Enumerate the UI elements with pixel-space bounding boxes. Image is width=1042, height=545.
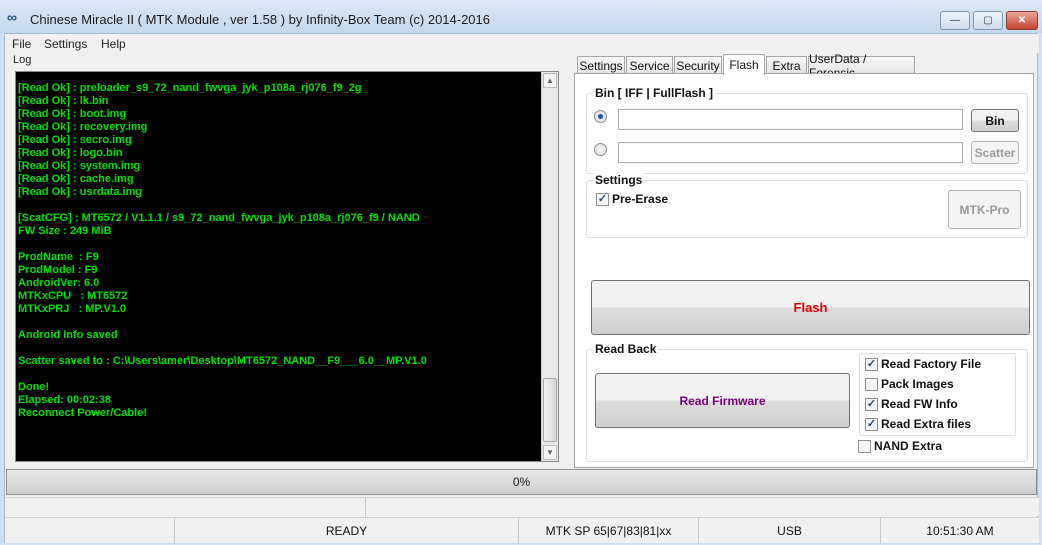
log-label: Log <box>13 54 32 66</box>
log-line: [Read Ok] : preloader_s9_72_nand_fwvga_j… <box>18 82 368 94</box>
log-line: Done! <box>18 381 50 393</box>
scatter-button[interactable]: Scatter <box>971 141 1019 164</box>
info-row <box>5 497 1039 517</box>
tab-settings[interactable]: Settings <box>577 56 625 74</box>
pre-erase-label: Pre-Erase <box>612 192 669 206</box>
menu-settings[interactable]: Settings <box>44 37 87 51</box>
flash-tab-panel: Bin [ IFF | FullFlash ] Bin Scatter Sett… <box>574 73 1034 468</box>
read-back-group: Read Back Read Firmware ✓ Read Factory Fi… <box>586 342 1028 462</box>
maximize-button[interactable]: ▢ <box>973 11 1003 30</box>
close-button[interactable]: ✕ <box>1006 11 1038 30</box>
read-back-option-checkbox[interactable]: ✓ <box>865 358 878 371</box>
read-back-option-checkbox[interactable]: ✓ <box>865 398 878 411</box>
status-cell-empty <box>5 518 175 543</box>
log-line: Elapsed: 00:02:38 <box>18 394 111 406</box>
log-line: Reconnect Power/Cable! <box>18 407 147 419</box>
read-back-option-checkbox[interactable] <box>865 378 878 391</box>
infinity-box-icon: ∞ <box>7 9 17 25</box>
log-line: [Read Ok] : boot.img <box>18 108 127 120</box>
log-line: [Read Ok] : recovery.img <box>18 121 148 133</box>
log-line: MTKxPRJ : MP.V1.0 <box>18 303 126 315</box>
minimize-button[interactable]: — <box>940 11 970 30</box>
read-back-options: ✓ Read Factory File Pack Images ✓ Read FW In… <box>859 353 1016 436</box>
log-line: ProdName : F9 <box>18 251 99 263</box>
log-line: [Read Ok] : usrdata.img <box>18 186 143 198</box>
log-output: [Read Ok] : preloader_s9_72_nand_fwvga_j… <box>18 82 538 420</box>
client-area: File Settings Help Log [Read Ok] : prelo… <box>4 33 1039 543</box>
menu-file[interactable]: File <box>12 37 31 51</box>
scroll-up-icon[interactable]: ▲ <box>543 73 557 88</box>
pre-erase-checkbox[interactable]: ✓ <box>596 193 609 206</box>
log-line: [Read Ok] : secro.img <box>18 134 132 146</box>
log-line: [Read Ok] : logo.bin <box>18 147 123 159</box>
status-mtk-sp: MTK SP 65|67|83|81|xx <box>519 518 699 543</box>
info-divider <box>365 498 366 517</box>
log-line: [ScatCFG] : MT6572 / V1.1.1 / s9_72_nand… <box>18 212 420 224</box>
read-back-option-label: Pack Images <box>881 377 954 391</box>
read-firmware-button[interactable]: Read Firmware <box>595 373 850 428</box>
settings-group: Settings ✓ Pre-Erase MTK-Pro <box>586 173 1028 238</box>
window-title: Chinese Miracle II ( MTK Module , ver 1.… <box>30 12 491 27</box>
tab-service[interactable]: Service <box>626 56 673 74</box>
log-line: [Read Ok] : cache.img <box>18 173 134 185</box>
tab-userdata-forensic[interactable]: UserData / Forensic <box>808 52 915 80</box>
app-window: ∞ Chinese Miracle II ( MTK Module , ver … <box>0 0 1042 545</box>
bin-group-title: Bin [ IFF | FullFlash ] <box>593 86 716 100</box>
read-back-option-checkbox[interactable]: ✓ <box>865 418 878 431</box>
log-line: MTKxCPU : MT6572 <box>18 290 128 302</box>
log-line: ProdModel : F9 <box>18 264 98 276</box>
log-panel[interactable]: [Read Ok] : preloader_s9_72_nand_fwvga_j… <box>15 71 559 462</box>
read-back-option-label: Read Factory File <box>881 357 982 371</box>
bin-group: Bin [ IFF | FullFlash ] Bin Scatter <box>586 86 1028 174</box>
nand-extra-checkbox[interactable] <box>858 440 871 453</box>
scroll-down-icon[interactable]: ▼ <box>543 445 557 460</box>
read-back-title: Read Back <box>593 342 659 356</box>
tab-security[interactable]: Security <box>674 56 722 74</box>
tab-extra[interactable]: Extra <box>766 56 807 74</box>
status-time: 10:51:30 AM <box>926 523 994 538</box>
status-bar: READY MTK SP 65|67|83|81|xx USB 10:51:30… <box>5 517 1039 543</box>
read-back-option-label: Read Extra files <box>881 417 972 431</box>
scatter-path-input[interactable] <box>618 142 963 163</box>
status-usb: USB <box>699 518 881 543</box>
status-ready: READY <box>175 518 519 543</box>
title-bar[interactable]: ∞ Chinese Miracle II ( MTK Module , ver … <box>0 0 1042 33</box>
bin-path-input[interactable] <box>618 109 963 130</box>
nand-extra-label: NAND Extra <box>874 439 943 453</box>
flash-button[interactable]: Flash <box>591 280 1030 335</box>
read-back-option-label: Read FW Info <box>881 397 958 411</box>
bin-radio[interactable] <box>594 110 607 123</box>
menu-help[interactable]: Help <box>101 37 126 51</box>
log-line: FW Size : 249 MiB <box>18 225 112 237</box>
log-line: AndroidVer: 6.0 <box>18 277 100 289</box>
settings-group-title: Settings <box>593 173 645 187</box>
progress-bar: 0% <box>6 469 1037 495</box>
log-scrollbar[interactable]: ▲ ▼ <box>541 72 558 461</box>
scatter-radio[interactable] <box>594 143 607 156</box>
bin-button[interactable]: Bin <box>971 109 1019 132</box>
tab-flash[interactable]: Flash <box>723 54 765 75</box>
log-line: Scatter saved to : C:\Users\amer\Desktop… <box>18 355 427 367</box>
log-line: [Read Ok] : system.img <box>18 160 141 172</box>
log-line: [Read Ok] : lk.bin <box>18 95 109 107</box>
menu-bar: File Settings Help <box>5 34 1039 53</box>
scrollbar-thumb[interactable] <box>543 378 557 442</box>
mtk-pro-button[interactable]: MTK-Pro <box>948 190 1021 229</box>
log-line: Android Info saved <box>18 329 118 341</box>
